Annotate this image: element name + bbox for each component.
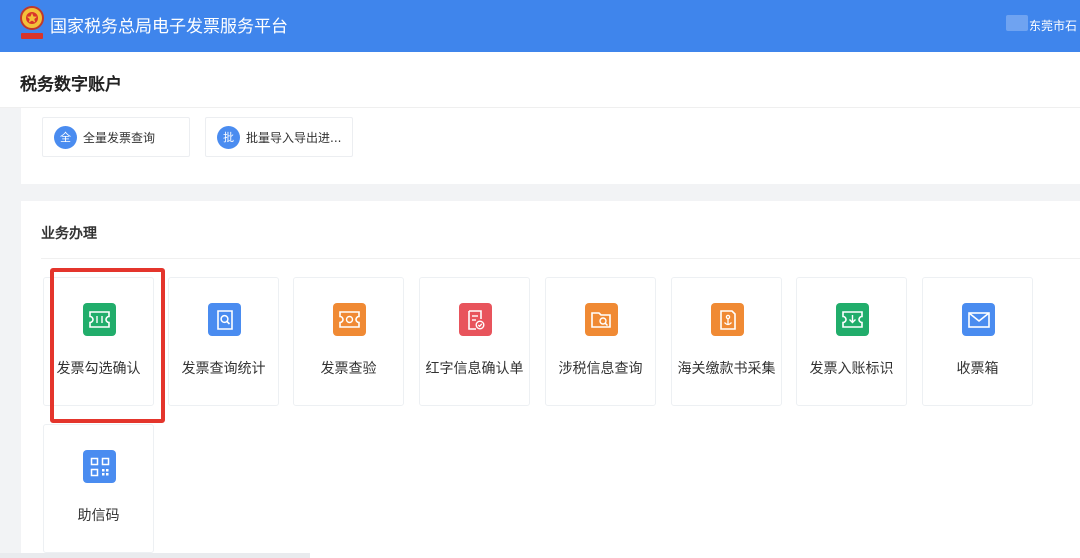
left-gutter <box>0 108 21 558</box>
quick-action-label: 全量发票查询 <box>83 130 156 145</box>
doc-check-icon <box>459 303 492 336</box>
tile-tax-info-query[interactable]: 涉税信息查询 <box>545 277 656 406</box>
tile-red-info-confirmation[interactable]: 红字信息确认单 <box>419 277 530 406</box>
tile-invoice-booking-mark[interactable]: 发票入账标识 <box>796 277 907 406</box>
tile-label: 助信码 <box>77 508 120 524</box>
quick-action-label: 批量导入导出进... <box>246 130 342 145</box>
quick-action-full-invoice-query[interactable]: 全 全量发票查询 <box>42 117 190 157</box>
tile-label: 发票查验 <box>320 361 377 377</box>
tile-invoice-query-statistics[interactable]: 发票查询统计 <box>168 277 279 406</box>
tile-customs-payment-collection[interactable]: 海关缴款书采集 <box>671 277 782 406</box>
tax-emblem-logo <box>17 4 47 44</box>
tile-receipt-inbox[interactable]: 收票箱 <box>922 277 1033 406</box>
ticket-download-icon <box>836 303 869 336</box>
user-avatar-placeholder[interactable] <box>1006 15 1028 31</box>
bottom-strip <box>0 553 310 558</box>
panel-gap <box>21 184 1080 201</box>
highlight-annotation-box <box>50 268 165 423</box>
qr-code-icon <box>83 450 116 483</box>
envelope-icon <box>962 303 995 336</box>
platform-title: 国家税务总局电子发票服务平台 <box>50 17 288 37</box>
tile-label: 发票入账标识 <box>809 361 894 377</box>
tile-label: 收票箱 <box>956 361 999 377</box>
page-title-bar: 税务数字账户 <box>0 52 1080 108</box>
ticket-icon <box>333 303 366 336</box>
page-title: 税务数字账户 <box>20 75 122 95</box>
tile-label: 发票查询统计 <box>181 361 266 377</box>
tile-label: 海关缴款书采集 <box>677 361 776 377</box>
top-bar: 国家税务总局电子发票服务平台 东莞市石 <box>0 0 1080 52</box>
tile-label: 红字信息确认单 <box>425 361 524 377</box>
section-divider <box>41 258 1080 259</box>
doc-anchor-icon <box>711 303 744 336</box>
business-section-title: 业务办理 <box>41 226 97 242</box>
tile-label: 涉税信息查询 <box>558 361 643 377</box>
tile-credit-code[interactable]: 助信码 <box>43 424 154 553</box>
tile-invoice-verification[interactable]: 发票查验 <box>293 277 404 406</box>
user-area-label[interactable]: 东莞市石 <box>1029 17 1077 34</box>
quick-action-batch-import-export[interactable]: 批 批量导入导出进... <box>205 117 353 157</box>
search-doc-icon <box>208 303 241 336</box>
folder-search-icon <box>585 303 618 336</box>
quick-action-badge: 批 <box>217 125 240 149</box>
quick-action-badge: 全 <box>54 125 77 149</box>
